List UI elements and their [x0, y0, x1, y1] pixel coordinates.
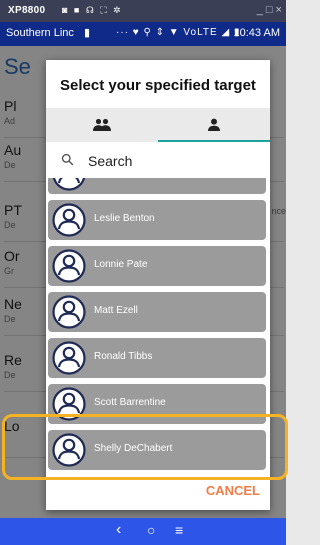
avatar-icon [52, 295, 86, 329]
window-title: XP8800 [8, 5, 46, 16]
avatar-icon [52, 341, 86, 375]
contact-name: Shelly DeChabert [94, 443, 173, 454]
emulator-title-bar: XP8800 ◙ ■ ☊ ⛶ ✲ _ □ × [0, 0, 286, 22]
dialog-title: Select your specified target [60, 77, 256, 94]
contact-name: Matt Ezell [94, 305, 138, 316]
selected-tab-indicator [158, 140, 270, 142]
sim-icon: ▮ [84, 27, 91, 39]
avatar-icon [52, 387, 86, 421]
home-button[interactable]: ○ [147, 522, 155, 538]
contact-row[interactable]: Lonnie Pate [48, 246, 266, 286]
avatar-icon [52, 249, 86, 283]
avatar-icon [52, 433, 86, 467]
group-icon [93, 118, 111, 131]
contact-row[interactable]: Shelly DeChabert [48, 430, 266, 470]
tab-individuals[interactable] [158, 108, 270, 142]
contact-row[interactable] [48, 178, 266, 194]
contact-row[interactable]: Leslie Benton [48, 200, 266, 240]
carrier-name: Southern Linc [6, 27, 74, 39]
contact-row[interactable]: Ronald Tibbs [48, 338, 266, 378]
search-icon: ⚲ [58, 150, 79, 171]
cancel-button[interactable]: CANCEL [206, 483, 260, 498]
navigation-bar: ‹ ○ ≡ [0, 518, 286, 545]
recent-apps-button[interactable]: ≡ [175, 522, 183, 538]
window-toolbar-icons: ◙ ■ ☊ ⛶ ✲ [62, 5, 123, 15]
tab-groups[interactable] [46, 108, 158, 142]
contact-name: Scott Barrentine [94, 397, 166, 408]
search-placeholder: Search [88, 153, 133, 169]
contact-list[interactable]: Leslie Benton Lonnie Pate Matt Ezell Ron… [46, 178, 270, 474]
contact-row[interactable]: Matt Ezell [48, 292, 266, 332]
status-icons: ··· ♥ ⚲ ⇕ ▼ VoLTE ◢ ▮ [116, 27, 241, 38]
search-input[interactable]: ⚲ Search [46, 144, 270, 178]
back-button[interactable]: ‹ [116, 521, 121, 539]
avatar-icon [52, 203, 86, 237]
contact-name: Leslie Benton [94, 213, 155, 224]
contact-name: Lonnie Pate [94, 259, 148, 270]
person-icon [208, 118, 220, 131]
contact-name: Ronald Tibbs [94, 351, 153, 362]
status-bar: Southern Linc ▮ ··· ♥ ⚲ ⇕ ▼ VoLTE ◢ ▮ 10… [0, 22, 286, 46]
status-clock: 10:43 AM [233, 27, 280, 39]
window-controls[interactable]: _ □ × [257, 4, 282, 16]
target-type-tabs [46, 108, 270, 142]
avatar-icon [52, 178, 86, 191]
select-target-dialog: Select your specified target ⚲ Search Le… [46, 60, 270, 510]
contact-row[interactable]: Scott Barrentine [48, 384, 266, 424]
